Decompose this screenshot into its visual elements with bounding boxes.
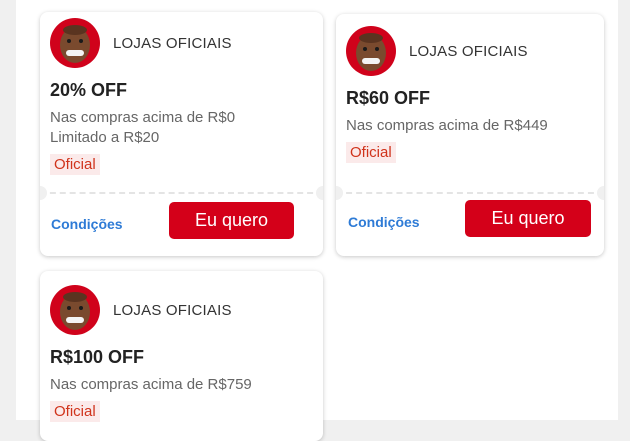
offer-title: R$60 OFF xyxy=(346,88,431,108)
store-name: LOJAS OFICIAIS xyxy=(113,34,232,52)
store-avatar-icon xyxy=(50,285,100,335)
offer-min-purchase: Nas compras acima de R$449 xyxy=(346,117,548,134)
eu-quero-button[interactable]: Eu quero xyxy=(169,202,294,239)
official-badge: Oficial xyxy=(346,142,396,163)
official-badge: Oficial xyxy=(50,401,100,422)
offer-title: 20% OFF xyxy=(50,80,128,100)
store-avatar-icon xyxy=(346,26,396,76)
conditions-link[interactable]: Condições xyxy=(51,216,123,232)
brand-row: LOJAS OFICIAIS xyxy=(346,26,594,76)
conditions-link[interactable]: Condições xyxy=(348,214,420,230)
offer-limit: Limitado a R$20 xyxy=(50,129,160,146)
coupon-card: LOJAS OFICIAIS R$100 OFF Nas compras aci… xyxy=(40,271,323,441)
brand-row: LOJAS OFICIAIS xyxy=(50,285,313,335)
store-name: LOJAS OFICIAIS xyxy=(409,42,528,60)
coupon-card: LOJAS OFICIAIS 20% OFF Nas compras acima… xyxy=(40,12,323,256)
eu-quero-button[interactable]: Eu quero xyxy=(465,200,591,237)
offer-min-purchase: Nas compras acima de R$0 xyxy=(50,109,236,126)
store-name: LOJAS OFICIAIS xyxy=(113,301,232,319)
official-badge: Oficial xyxy=(50,154,100,175)
coupon-list: LOJAS OFICIAIS 20% OFF Nas compras acima… xyxy=(16,0,618,441)
offer-min-purchase: Nas compras acima de R$759 xyxy=(50,376,252,393)
offer-title: R$100 OFF xyxy=(50,347,145,367)
store-avatar-icon xyxy=(50,18,100,68)
coupon-card: LOJAS OFICIAIS R$60 OFF Nas compras acim… xyxy=(336,14,604,256)
brand-row: LOJAS OFICIAIS xyxy=(50,18,313,68)
